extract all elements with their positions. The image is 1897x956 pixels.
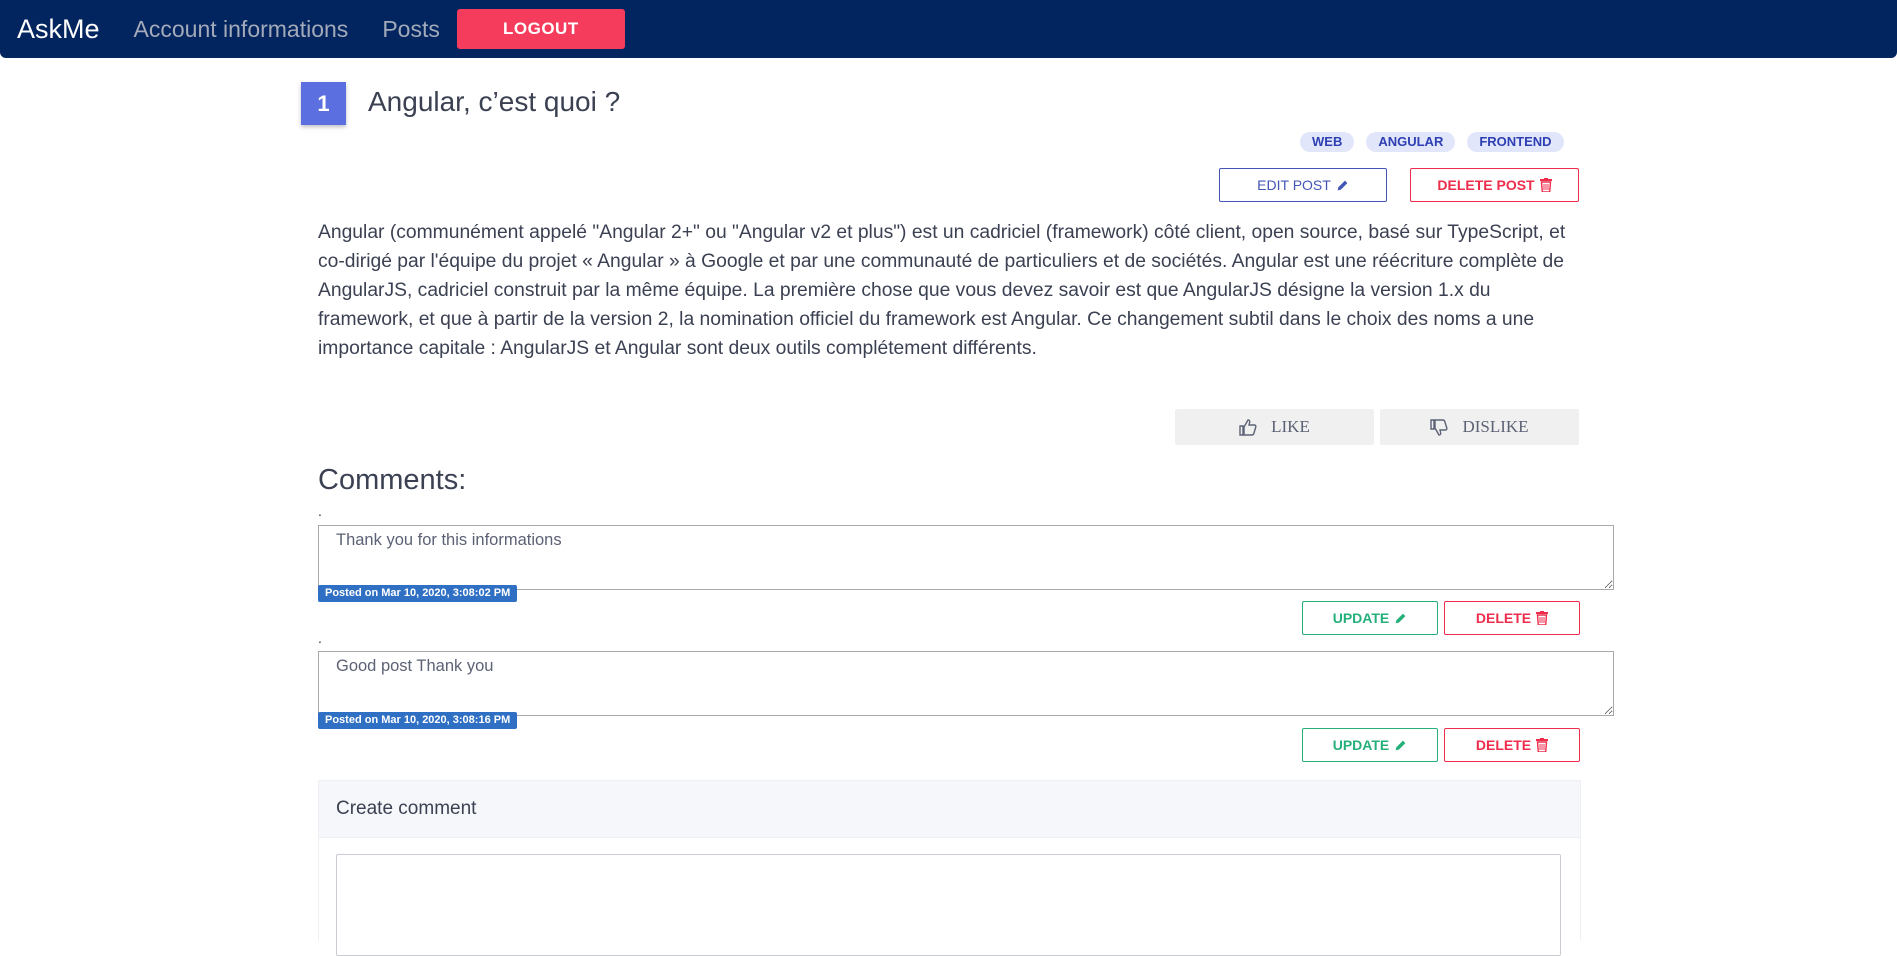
like-label: LIKE — [1271, 417, 1310, 436]
trash-icon — [1536, 738, 1549, 752]
thumbs-down-icon — [1430, 418, 1449, 436]
pencil-icon — [1336, 179, 1349, 192]
tag-frontend[interactable]: FRONTEND — [1467, 132, 1564, 152]
delete-comment-button[interactable]: DELETE — [1444, 601, 1580, 635]
like-button[interactable]: LIKE — [1175, 409, 1374, 445]
posted-date-badge: Posted on Mar 10, 2020, 3:08:16 PM — [318, 712, 518, 729]
vote-buttons: LIKE DISLIKE — [1175, 409, 1579, 445]
create-comment-input[interactable] — [336, 854, 1561, 956]
brand-logo[interactable]: AskMe — [17, 14, 100, 45]
nav-link-account-informations[interactable]: Account informations — [134, 16, 349, 43]
comment-actions: UPDATE DELETE — [1302, 728, 1580, 762]
nav-link-posts[interactable]: Posts — [382, 16, 440, 43]
comment-marker: . — [318, 503, 322, 519]
pencil-icon — [1394, 739, 1407, 752]
comment-actions: UPDATE DELETE — [1302, 601, 1580, 635]
post-actions: EDIT POST DELETE POST — [1219, 168, 1579, 202]
trash-icon — [1539, 178, 1552, 192]
logout-button[interactable]: LOGOUT — [456, 9, 625, 49]
post-number-badge: 1 — [301, 82, 346, 125]
post-tags: WEB ANGULAR FRONTEND — [1300, 132, 1564, 152]
dislike-button[interactable]: DISLIKE — [1380, 409, 1579, 445]
delete-comment-button[interactable]: DELETE — [1444, 728, 1580, 762]
post-title: Angular, c’est quoi ? — [368, 86, 621, 117]
tag-web[interactable]: WEB — [1300, 132, 1355, 152]
navbar: AskMe Account informations Posts LOGOUT — [0, 0, 1897, 58]
thumbs-up-icon — [1239, 418, 1257, 436]
delete-label: DELETE — [1475, 737, 1532, 753]
comment-field[interactable]: Thank you for this informations — [318, 525, 1614, 590]
delete-post-button[interactable]: DELETE POST — [1410, 168, 1579, 202]
create-comment-header: Create comment — [319, 781, 1580, 838]
dislike-label: DISLIKE — [1462, 417, 1529, 436]
posted-date-badge: Posted on Mar 10, 2020, 3:08:02 PM — [318, 585, 518, 602]
tag-angular[interactable]: ANGULAR — [1366, 132, 1456, 152]
delete-post-label: DELETE POST — [1437, 177, 1535, 193]
update-comment-button[interactable]: UPDATE — [1302, 601, 1438, 635]
post-content: Angular (communément appelé "Angular 2+"… — [318, 222, 1566, 359]
comment-marker: . — [318, 630, 322, 646]
update-comment-button[interactable]: UPDATE — [1302, 728, 1438, 762]
create-comment-card: Create comment — [318, 780, 1581, 956]
trash-icon — [1536, 611, 1549, 625]
comment-field[interactable]: Good post Thank you — [318, 651, 1614, 716]
comments-title: Comments: — [318, 464, 467, 496]
edit-post-button[interactable]: EDIT POST — [1219, 168, 1387, 202]
delete-label: DELETE — [1475, 610, 1532, 626]
edit-post-label: EDIT POST — [1257, 177, 1331, 193]
update-label: UPDATE — [1332, 737, 1390, 753]
update-label: UPDATE — [1332, 610, 1390, 626]
pencil-icon — [1394, 612, 1407, 625]
